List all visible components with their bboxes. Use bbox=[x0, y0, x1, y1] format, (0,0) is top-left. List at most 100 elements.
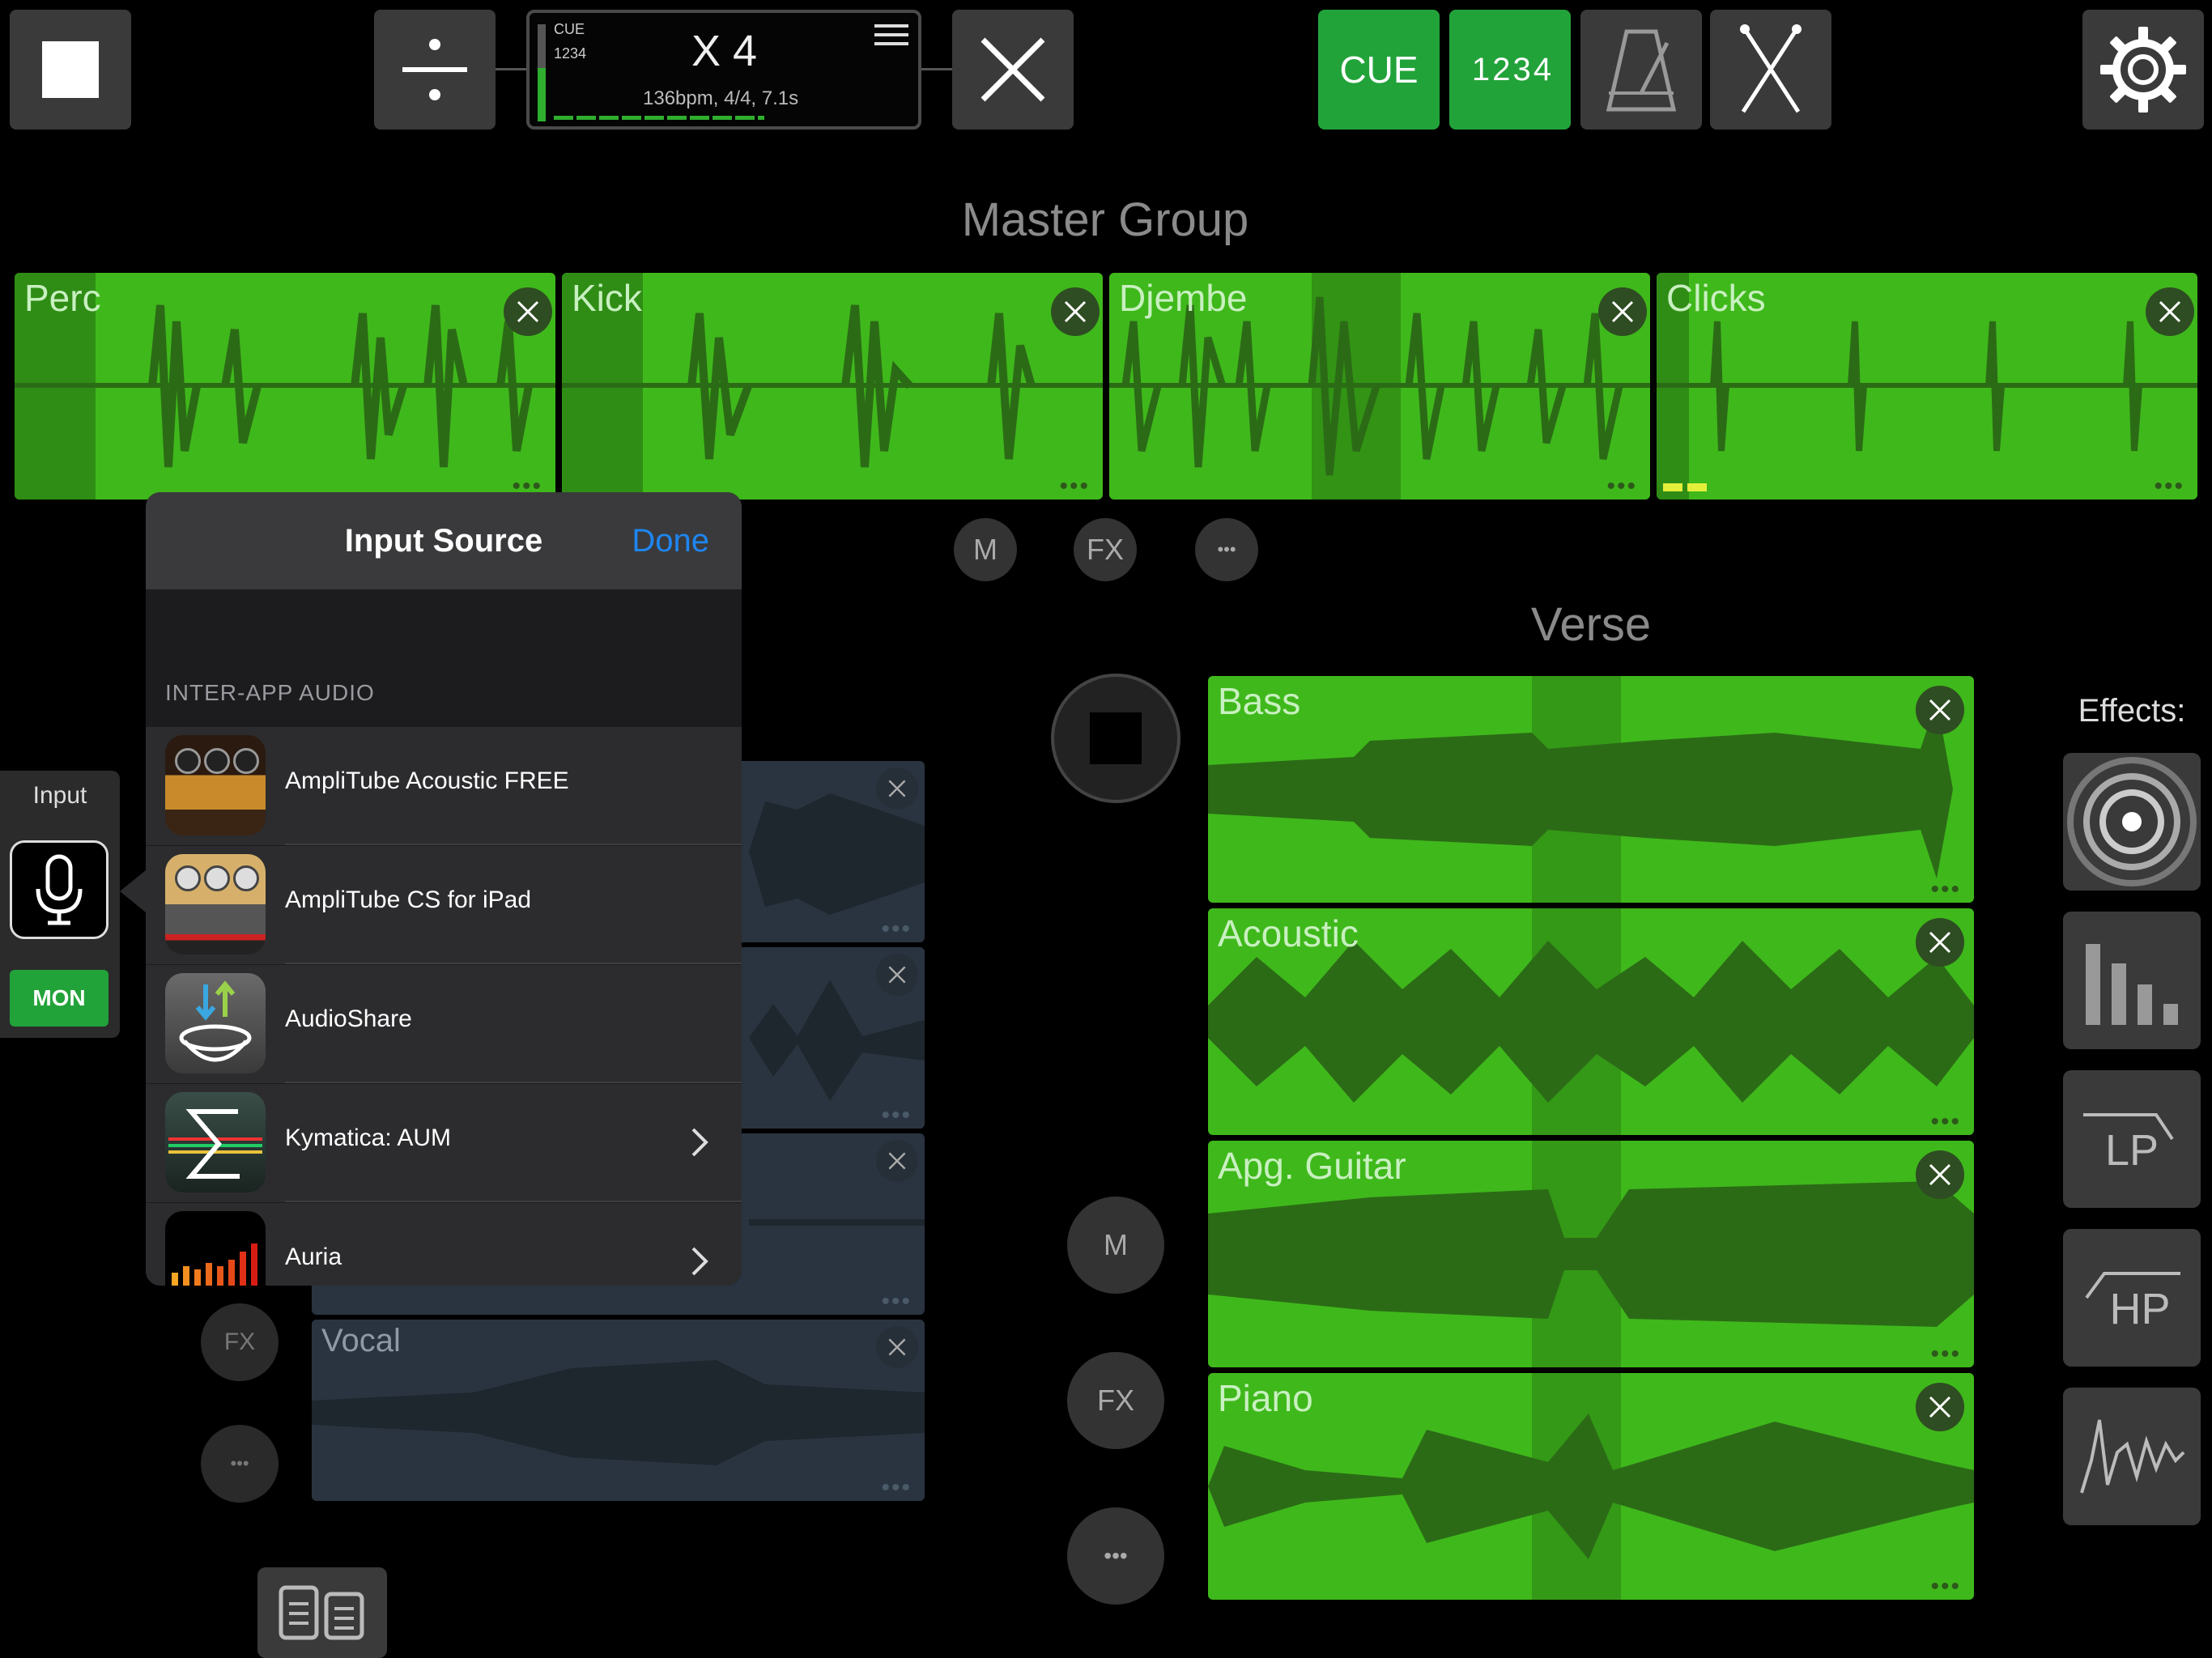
microphone-button[interactable] bbox=[10, 840, 108, 939]
effect-envelope-button[interactable] bbox=[2063, 1388, 2201, 1525]
clip-close-button[interactable] bbox=[876, 767, 918, 810]
clip-more-icon[interactable]: ••• bbox=[1930, 1342, 1961, 1367]
divide-button[interactable] bbox=[374, 10, 496, 130]
effect-lowpass-button[interactable]: LP bbox=[2063, 1070, 2201, 1208]
close-icon bbox=[888, 1152, 906, 1170]
clip-djembe[interactable]: Djembe ••• bbox=[1109, 273, 1650, 500]
clip-name: Clicks bbox=[1666, 277, 1766, 319]
left-more-button[interactable]: ••• bbox=[201, 1425, 279, 1503]
clip-close-button[interactable] bbox=[1598, 287, 1647, 336]
clip-acoustic[interactable]: Acoustic ••• bbox=[1208, 908, 1974, 1135]
clip-name: Apg. Guitar bbox=[1218, 1145, 1406, 1187]
recording-indicator bbox=[1663, 483, 1708, 491]
source-item-amplitube-acoustic[interactable]: AmpliTube Acoustic FREE bbox=[146, 727, 742, 845]
master-more-button[interactable]: ••• bbox=[1195, 518, 1258, 581]
metronome-button[interactable] bbox=[1580, 10, 1702, 130]
tempo-display[interactable]: CUE 1234 X 4 136bpm, 4/4, 7.1s bbox=[526, 10, 921, 130]
clip-piano[interactable]: Piano ••• bbox=[1208, 1373, 1974, 1600]
cue-button[interactable]: CUE bbox=[1318, 10, 1440, 130]
clip-more-icon[interactable]: ••• bbox=[1930, 1575, 1961, 1599]
reverb-icon bbox=[2067, 757, 2197, 886]
source-item-aum[interactable]: Kymatica: AUM bbox=[146, 1084, 742, 1202]
microphone-icon bbox=[36, 854, 83, 925]
fx-label: FX bbox=[223, 1329, 256, 1355]
clip-name: Bass bbox=[1218, 680, 1301, 722]
source-item-auria[interactable]: Auria bbox=[146, 1203, 742, 1286]
clip-close-button[interactable] bbox=[1916, 1383, 1964, 1431]
master-mute-button[interactable]: M bbox=[954, 518, 1017, 581]
clip-more-icon[interactable]: ••• bbox=[1606, 474, 1637, 499]
clip-name: Perc bbox=[24, 277, 101, 319]
clip-close-button[interactable] bbox=[1916, 686, 1964, 734]
input-source-popover: Input Source Done INTER-APP AUDIO AmpliT… bbox=[146, 492, 742, 1286]
settings-button[interactable] bbox=[2082, 10, 2204, 130]
source-item-amplitube-cs[interactable]: AmpliTube CS for iPad bbox=[146, 846, 742, 964]
menu-icon[interactable] bbox=[874, 24, 908, 45]
clip-perc[interactable]: Perc ••• bbox=[15, 273, 555, 500]
close-icon bbox=[1929, 931, 1951, 954]
master-fx-button[interactable]: FX bbox=[1074, 518, 1137, 581]
verse-more-button[interactable]: ••• bbox=[1067, 1507, 1164, 1605]
close-icon bbox=[1611, 300, 1634, 323]
close-button[interactable] bbox=[952, 10, 1074, 130]
gear-icon bbox=[2100, 27, 2186, 113]
effect-highpass-button[interactable]: HP bbox=[2063, 1229, 2201, 1367]
chevron-right-icon bbox=[691, 1128, 708, 1157]
progress-bar bbox=[554, 116, 764, 120]
clip-more-icon[interactable]: ••• bbox=[1059, 474, 1090, 499]
clip-more-icon[interactable]: ••• bbox=[881, 917, 912, 942]
clip-kick[interactable]: Kick ••• bbox=[562, 273, 1103, 500]
source-label: AmpliTube Acoustic FREE bbox=[285, 767, 569, 794]
clip-more-icon[interactable]: ••• bbox=[881, 1103, 912, 1128]
count-in-button[interactable]: 1 2 3 4 bbox=[1449, 10, 1571, 130]
cue-label: CUE bbox=[1339, 49, 1419, 91]
effect-reverb-button[interactable] bbox=[2063, 753, 2201, 891]
aum-icon bbox=[165, 1092, 266, 1192]
source-item-audioshare[interactable]: AudioShare bbox=[146, 965, 742, 1083]
waveform bbox=[562, 273, 1103, 500]
left-fx-button[interactable]: FX bbox=[201, 1303, 279, 1381]
mute-label: M bbox=[1104, 1228, 1128, 1261]
multiplier-label: X 4 bbox=[691, 27, 758, 75]
clip-close-button[interactable] bbox=[876, 1140, 918, 1182]
clip-more-icon[interactable]: ••• bbox=[1930, 878, 1961, 902]
clip-name: Piano bbox=[1218, 1377, 1313, 1419]
clip-more-icon[interactable]: ••• bbox=[1930, 1110, 1961, 1134]
clip-apg-guitar[interactable]: Apg. Guitar ••• bbox=[1208, 1141, 1974, 1367]
clip-name: Acoustic bbox=[1218, 912, 1359, 954]
clip-more-icon[interactable]: ••• bbox=[881, 1290, 912, 1314]
clip-name: Djembe bbox=[1119, 277, 1248, 319]
verse-mute-button[interactable]: M bbox=[1067, 1197, 1164, 1294]
input-panel: Input MON bbox=[0, 771, 120, 1038]
clip-close-button[interactable] bbox=[876, 954, 918, 996]
verse-fx-button[interactable]: FX bbox=[1067, 1352, 1164, 1449]
source-label: AudioShare bbox=[285, 1005, 412, 1032]
done-button[interactable]: Done bbox=[632, 523, 709, 559]
left-clip-vocal[interactable]: Vocal ••• bbox=[312, 1320, 925, 1501]
waveform bbox=[1208, 1373, 1974, 1600]
clip-clicks[interactable]: Clicks ••• bbox=[1657, 273, 2197, 500]
clip-close-button[interactable] bbox=[1916, 918, 1964, 967]
clip-close-button[interactable] bbox=[1916, 1150, 1964, 1199]
layout-toggle-button[interactable] bbox=[257, 1567, 387, 1658]
mute-label: M bbox=[973, 533, 998, 566]
monitor-button[interactable]: MON bbox=[10, 970, 108, 1027]
clip-bass[interactable]: Bass ••• bbox=[1208, 676, 1974, 903]
more-label: ••• bbox=[1217, 539, 1236, 559]
clip-more-icon[interactable]: ••• bbox=[2154, 474, 2184, 499]
display-cue-label: CUE bbox=[554, 21, 585, 37]
popover-arrow bbox=[120, 870, 146, 912]
clip-name: Kick bbox=[572, 277, 642, 319]
clip-close-button[interactable] bbox=[504, 287, 552, 336]
display-pattern-label: 1234 bbox=[554, 45, 587, 62]
effect-eq-button[interactable] bbox=[2063, 912, 2201, 1049]
close-icon bbox=[2159, 300, 2181, 323]
verse-stop-button[interactable] bbox=[1051, 674, 1180, 803]
clip-close-button[interactable] bbox=[2146, 287, 2194, 336]
clip-close-button[interactable] bbox=[1051, 287, 1100, 336]
stop-all-button[interactable] bbox=[10, 10, 131, 130]
close-icon bbox=[517, 300, 539, 323]
clip-close-button[interactable] bbox=[876, 1326, 918, 1368]
drumsticks-button[interactable] bbox=[1710, 10, 1831, 130]
clip-more-icon[interactable]: ••• bbox=[881, 1476, 912, 1500]
